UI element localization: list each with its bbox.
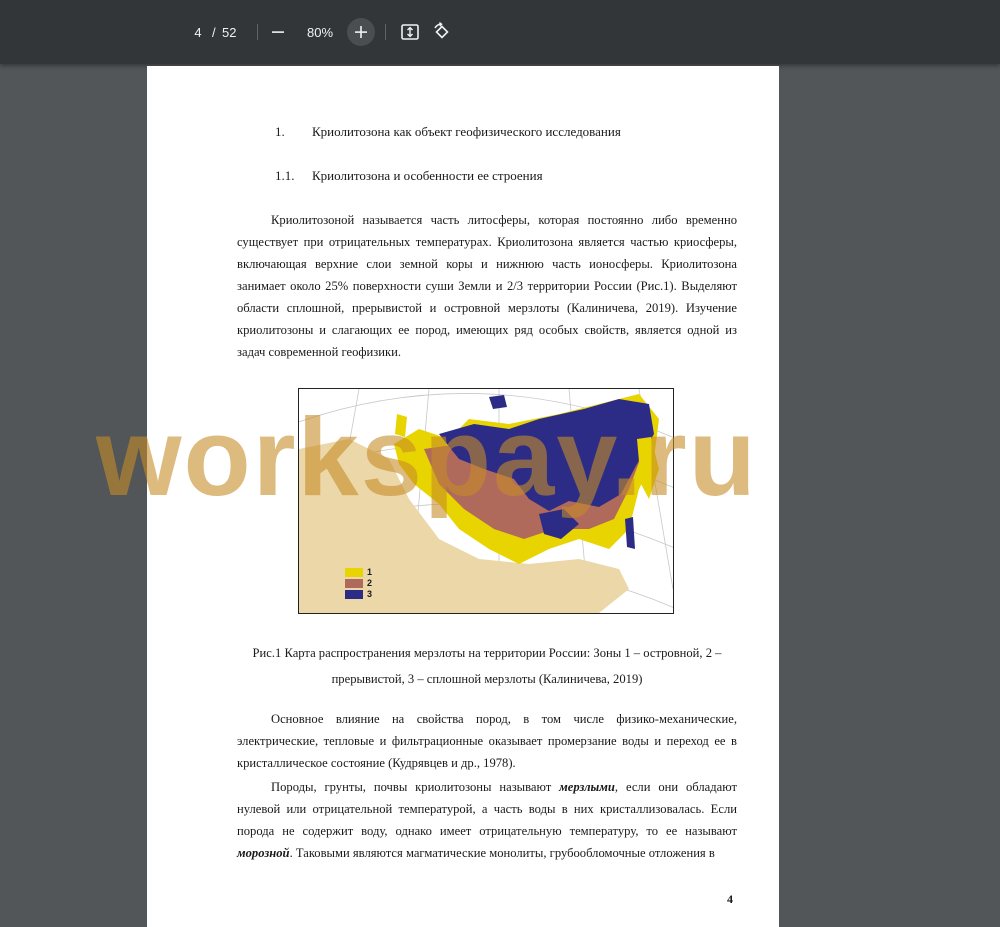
page-number-input[interactable]: 4 [188, 23, 208, 43]
rotate-icon [434, 22, 449, 39]
term-frosty: морозной [237, 846, 290, 860]
legend-swatch-2 [345, 579, 363, 588]
paragraph-text: . Таковыми являются магматические моноли… [289, 846, 715, 860]
legend-label-3: 3 [367, 589, 373, 599]
fit-page-icon [401, 24, 419, 40]
paragraph-intro: Криолитозоной называется часть литосферы… [237, 213, 737, 359]
heading-text: Криолитозона и особенности ее строения [312, 168, 543, 183]
zoom-out-button[interactable] [264, 18, 292, 46]
document-page: 1. Криолитозона как объект геофизическог… [147, 66, 779, 927]
zoom-level[interactable]: 80% [302, 23, 338, 43]
page-number: 4 [727, 892, 733, 906]
toolbar-divider [257, 24, 258, 40]
fit-page-button[interactable] [400, 22, 420, 42]
legend-label-1: 1 [367, 567, 373, 577]
term-frozen: мерзлыми [559, 780, 615, 794]
heading-text: Криолитозона как объект геофизического и… [312, 124, 621, 139]
legend-label-2: 2 [367, 578, 373, 588]
page-total: 52 [222, 25, 237, 40]
plus-icon [355, 26, 367, 38]
pdf-toolbar: 4 / 52 80% [0, 0, 1000, 64]
permafrost-map: 1 2 3 [298, 388, 674, 614]
figure-caption: Рис.1 Карта распространения мерзлоты на … [252, 646, 722, 686]
paragraph-frozen-rocks: Породы, грунты, почвы криолитозоны назыв… [237, 776, 737, 864]
toolbar-divider [385, 24, 386, 40]
zoom-in-button[interactable] [347, 18, 375, 46]
rotate-button[interactable] [432, 22, 452, 42]
minus-icon [272, 31, 284, 33]
legend-swatch-1 [345, 568, 363, 577]
legend-swatch-3 [345, 590, 363, 599]
heading-number: 1. [275, 124, 285, 139]
paragraph-influence: Основное влияние на свойства пород, в то… [237, 712, 737, 770]
paragraph-text: Породы, грунты, почвы криолитозоны назыв… [271, 780, 560, 794]
heading-number: 1.1. [275, 168, 295, 183]
page-separator: / [212, 25, 216, 40]
